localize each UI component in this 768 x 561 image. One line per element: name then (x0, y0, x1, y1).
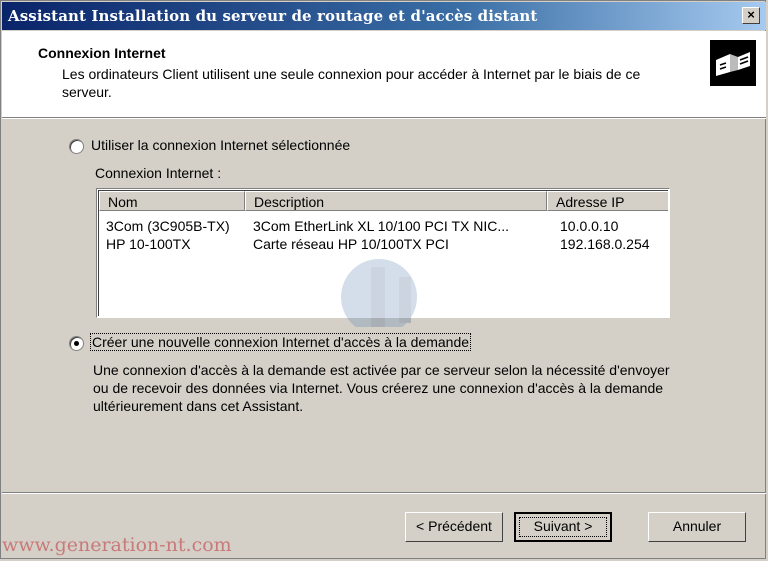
use-selected-connection-label[interactable]: Utiliser la connexion Internet sélection… (91, 137, 350, 153)
row-ip: 10.0.0.10 (560, 218, 619, 234)
network-connection-icon (710, 40, 756, 86)
use-selected-connection-radio[interactable] (69, 139, 84, 154)
create-demand-dial-label[interactable]: Créer une nouvelle connexion Internet d'… (90, 333, 472, 351)
site-logo-watermark (319, 247, 439, 335)
cancel-button[interactable]: Annuler (648, 512, 746, 542)
row-description: 3Com EtherLink XL 10/100 PCI TX NIC... (253, 218, 510, 234)
window-title: Assistant Installation du serveur de rou… (8, 7, 538, 25)
title-bar[interactable]: Assistant Installation du serveur de rou… (2, 2, 766, 30)
next-button[interactable]: Suivant > (514, 512, 612, 542)
row-ip: 192.168.0.254 (560, 236, 650, 252)
footer-separator (2, 492, 766, 494)
create-demand-dial-radio[interactable] (69, 336, 84, 351)
page-title: Connexion Internet (38, 45, 166, 61)
column-header-name[interactable]: Nom (99, 191, 245, 211)
close-button[interactable]: × (742, 7, 760, 24)
back-button[interactable]: < Précédent (405, 512, 503, 542)
site-watermark: www.generation-nt.com (2, 534, 232, 556)
row-name: 3Com (3C905B-TX) (106, 218, 230, 234)
wizard-header: Connexion Internet Les ordinateurs Clien… (2, 31, 766, 117)
column-header-description[interactable]: Description (245, 191, 547, 211)
row-name: HP 10-100TX (106, 236, 191, 252)
wizard-window: Assistant Installation du serveur de rou… (0, 0, 766, 559)
column-header-ip[interactable]: Adresse IP (547, 191, 668, 211)
header-separator (2, 117, 766, 119)
page-description: Les ordinateurs Client utilisent une seu… (62, 66, 641, 100)
demand-dial-description: Une connexion d'accès à la demande est a… (93, 362, 670, 414)
internet-connection-label: Connexion Internet : (95, 165, 222, 181)
close-icon: × (747, 7, 755, 22)
